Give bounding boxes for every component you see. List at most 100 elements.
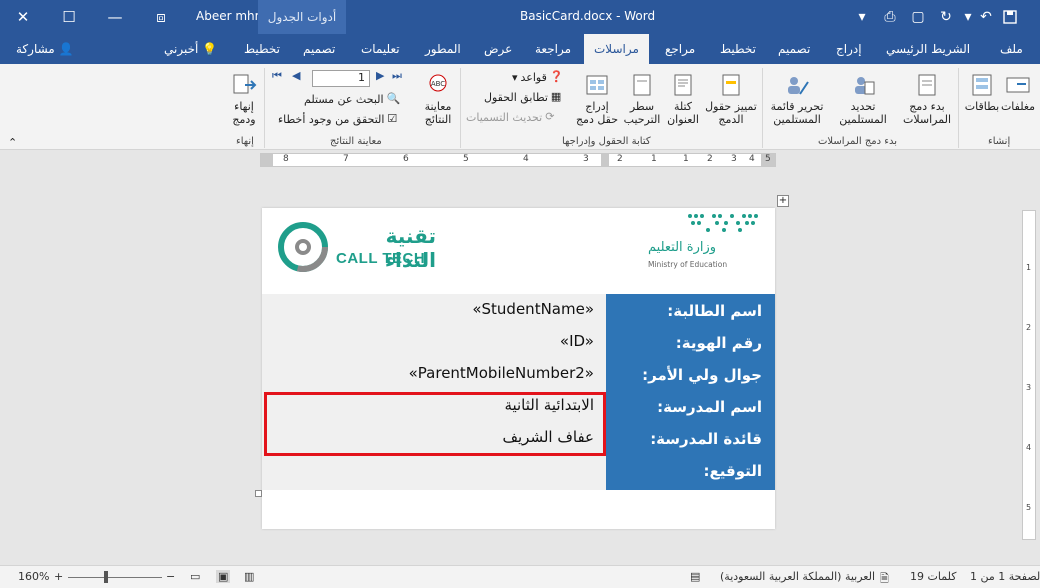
school-name-label: اسم المدرسة: [657, 398, 762, 416]
document-page[interactable]: تقنية النداء CALL TECH وزارة التعليم Min… [255, 208, 775, 529]
ruler-number: 5 [765, 154, 771, 164]
language-indicator[interactable]: العربية (المملكة العربية السعودية) [720, 570, 875, 583]
match-fields-icon: ▦ [550, 90, 562, 103]
zoom-out-icon[interactable]: − [166, 570, 175, 583]
check-errors-button[interactable]: التحقق من وجود أخطاء ☑ [278, 112, 401, 126]
person-icon: 👤 [58, 42, 74, 56]
read-mode-icon[interactable]: ▭ [190, 570, 200, 583]
tab-table-design[interactable]: تصميم [303, 34, 335, 64]
minimize-icon[interactable]: — [92, 0, 138, 34]
resize-handle-icon[interactable] [255, 490, 262, 497]
labels-button[interactable]: بطاقات [962, 72, 1002, 113]
find-recipient-button[interactable]: البحث عن مستلم 🔍 [304, 92, 401, 106]
signature-value[interactable] [262, 460, 600, 490]
print-preview-icon[interactable]: ⎙ [878, 6, 902, 28]
principal-label: قائدة المدرسة: [650, 430, 762, 448]
id-value[interactable]: «ID» [262, 332, 600, 362]
close-icon[interactable]: ✕ [0, 0, 46, 34]
address-block-label: كتلة العنوان [667, 100, 699, 126]
zoom-level[interactable]: 160% [18, 570, 49, 583]
undo-icon[interactable]: ↶ [974, 6, 998, 28]
proofing-icon[interactable]: 🗎 [880, 570, 889, 588]
rules-button[interactable]: ▾ قواعد ❓ [512, 70, 564, 84]
address-block-button[interactable]: كتلة العنوان [664, 72, 702, 126]
new-document-icon[interactable]: ▢ [906, 6, 930, 28]
check-errors-icon: ☑ [387, 112, 398, 125]
share-label: مشاركة [16, 42, 55, 56]
repeat-icon[interactable]: ↻ [934, 6, 958, 28]
last-record-icon[interactable]: ⏭ [392, 69, 402, 83]
select-recipients-button[interactable]: تحديد المستلمين [834, 72, 892, 126]
highlight-box [264, 392, 606, 456]
address-block-icon [674, 74, 692, 96]
first-record-icon[interactable]: ⏮ [272, 69, 282, 83]
maximize-icon[interactable]: ☐ [46, 0, 92, 34]
highlight-merge-fields-button[interactable]: تمييز حقول الدمج [702, 72, 760, 126]
vertical-ruler[interactable]: 1 2 3 4 5 [1022, 210, 1036, 540]
greeting-label: سطر الترحيب [623, 100, 661, 126]
insert-merge-field-button[interactable]: إدراج حقل دمج [574, 72, 620, 126]
parent-mobile-label: جوال ولي الأمر: [642, 366, 762, 384]
ruler-number: 4 [1026, 443, 1032, 452]
table-move-handle-icon[interactable]: + [777, 195, 789, 207]
preview-results-label: معاينة النتائج [424, 100, 452, 126]
ruler-number: 2 [1026, 323, 1032, 332]
ministry-logo: وزارة التعليم Ministry of Education [642, 210, 767, 280]
user-name[interactable]: Abeer mhm [196, 9, 266, 23]
envelopes-button[interactable]: مغلفات [1000, 72, 1036, 113]
call-tech-english: CALL TECH [336, 250, 426, 267]
greeting-line-button[interactable]: سطر الترحيب [622, 72, 662, 126]
ribbon-display-icon[interactable]: ⧈ [138, 0, 184, 34]
save-icon[interactable] [998, 6, 1022, 28]
word-count[interactable]: 19 كلمات [910, 570, 956, 583]
student-name-value[interactable]: «StudentName» [262, 300, 600, 330]
zoom-in-icon[interactable]: + [54, 570, 63, 583]
record-number-input[interactable]: 1 [312, 70, 370, 87]
labels-icon [972, 74, 992, 96]
update-labels-button[interactable]: تحديث التسميات ⟳ [466, 110, 559, 124]
tell-me-label: أخبرني [164, 42, 199, 56]
tab-view[interactable]: عرض [484, 34, 512, 64]
label-column: اسم الطالبة: رقم الهوية: جوال ولي الأمر:… [606, 294, 775, 490]
tab-design[interactable]: تصميم [778, 34, 810, 64]
finish-merge-button[interactable]: إنهاء ودمج [226, 72, 262, 126]
envelope-icon [1006, 77, 1030, 93]
next-record-icon[interactable]: ▶ [376, 69, 384, 82]
tab-references[interactable]: مراجع [665, 34, 695, 64]
document-title: BasicCard.docx - Word [520, 9, 656, 23]
ministry-english: Ministry of Education [648, 260, 728, 269]
match-fields-button[interactable]: تطابق الحقول ▦ [484, 90, 565, 104]
parent-mobile-value[interactable]: «ParentMobileNumber2» [262, 364, 600, 394]
share-button[interactable]: مشاركة 👤 [16, 34, 74, 64]
finish-merge-label: إنهاء ودمج [232, 100, 256, 126]
tab-file[interactable]: ملف [1000, 34, 1023, 64]
zoom-slider[interactable] [68, 577, 162, 578]
tab-insert[interactable]: إدراج [836, 34, 862, 64]
print-layout-icon[interactable]: ▣ [216, 570, 231, 583]
ruler-number: 3 [731, 154, 737, 164]
ruler-number: 3 [1026, 383, 1032, 392]
tab-home[interactable]: الشريط الرئيسي [886, 34, 970, 64]
preview-results-button[interactable]: ABC معاينة النتائج [418, 72, 458, 126]
tab-mailings[interactable]: مراسلات [584, 34, 649, 64]
collapse-ribbon-icon[interactable]: ⌃ [8, 136, 17, 149]
start-mail-merge-button[interactable]: بدء دمج المراسلات [898, 72, 956, 126]
tab-review[interactable]: مراجعة [535, 34, 571, 64]
zoom-slider-thumb[interactable] [104, 571, 108, 583]
group-fields-label: كتابة الحقول وإدراجها [562, 136, 651, 147]
tell-me[interactable]: أخبرني 💡 [164, 34, 217, 64]
horizontal-ruler[interactable]: 8 7 6 5 4 3 2 1 1 2 3 4 5 [260, 153, 776, 167]
web-layout-icon[interactable]: ▥ [244, 570, 254, 583]
ribbon-mailings: مغلفات بطاقات إنشاء بدء دمج المراسلات تح… [0, 64, 1040, 150]
previous-record-icon[interactable]: ◀ [292, 69, 300, 82]
tab-layout[interactable]: تخطيط [720, 34, 756, 64]
macro-icon[interactable]: ▤ [690, 570, 700, 583]
group-preview-label: معاينة النتائج [330, 136, 382, 147]
customize-qat-icon[interactable]: ▾ [850, 6, 874, 28]
tab-table-layout[interactable]: تخطيط [244, 34, 280, 64]
rules-label: قواعد [520, 70, 547, 84]
edit-recipient-list-button[interactable]: تحرير قائمة المستلمين [766, 72, 828, 126]
tab-developer[interactable]: المطور [425, 34, 461, 64]
page-count[interactable]: الصفحة 1 من 1 [970, 570, 1040, 583]
tab-help[interactable]: تعليمات [361, 34, 400, 64]
